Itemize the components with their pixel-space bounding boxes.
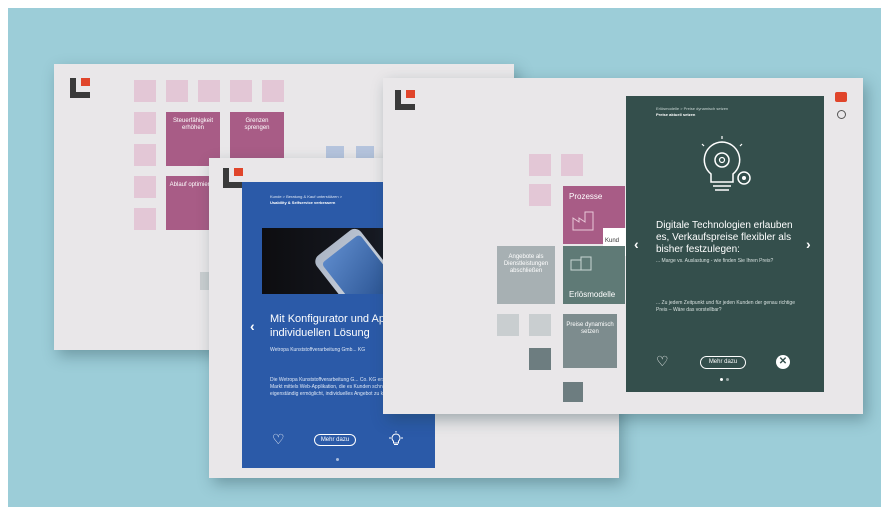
card-text-2: ... Zu jedem Zeitpunkt und für jeden Kun… [656, 300, 795, 313]
factory-icon [572, 211, 594, 231]
tile-label: Kund [605, 238, 620, 244]
lightbulb-gear-icon [701, 136, 751, 191]
tile-angebote[interactable]: Angebote als Dienstleistungen abschließe… [497, 246, 555, 304]
brand-logo [395, 90, 415, 110]
lightbulb-icon [389, 431, 403, 445]
grid-tile[interactable] [134, 80, 156, 102]
tile-label: Erlösmodelle [569, 290, 616, 299]
heart-icon[interactable]: ♡ [272, 432, 285, 446]
breadcrumb-path: Kunde > Beratung & Kauf unterstützen > [270, 194, 343, 199]
breadcrumb: Erlösmodelle > Preise dynamisch setzen P… [656, 106, 816, 118]
tile-label: Preise dynamisch setzen [566, 322, 614, 335]
grid-tile[interactable] [198, 80, 220, 102]
screen-front: Prozesse Kund Erlösmodelle Angebote als … [383, 78, 863, 414]
showcase-background: Steuerfähigkeit erhöhen Grenzen sprengen… [8, 8, 881, 507]
breadcrumb-path: Erlösmodelle > Preise dynamisch setzen [656, 106, 729, 111]
close-icon[interactable]: ✕ [776, 355, 790, 369]
card-text-1: ... Marge vs. Auslastung - wie finden Si… [656, 258, 774, 264]
grid-tile[interactable] [262, 80, 284, 102]
more-button[interactable]: Mehr dazu [314, 434, 356, 446]
grid-tile[interactable] [134, 176, 156, 198]
prev-arrow-icon[interactable]: ‹ [634, 236, 639, 252]
story-card-dark: Erlösmodelle > Preise dynamisch setzen P… [626, 96, 824, 392]
grid-tile[interactable] [529, 184, 551, 206]
next-arrow-icon[interactable]: › [806, 236, 811, 252]
grid-tile[interactable] [230, 80, 252, 102]
power-icon[interactable] [837, 110, 846, 119]
tile-label: Prozesse [569, 192, 603, 201]
heart-icon[interactable]: ♡ [656, 354, 669, 368]
tile-preise[interactable]: Preise dynamisch setzen [563, 314, 617, 368]
pager-dot[interactable] [720, 378, 723, 381]
card-title: Digitale Technologien erlauben es, Verka… [656, 220, 793, 255]
grid-tile[interactable] [497, 314, 519, 336]
tile-label: Grenzen sprengen [244, 118, 270, 131]
grid-tile[interactable] [529, 154, 551, 176]
breadcrumb-current: Preise aktuell setzen [656, 112, 696, 117]
pager-dot[interactable] [336, 458, 339, 461]
brand-logo [223, 168, 243, 188]
grid-tile[interactable] [529, 348, 551, 370]
grid-tile[interactable] [561, 154, 583, 176]
more-button[interactable]: Mehr dazu [700, 356, 746, 369]
tile-label: Angebote als Dienstleistungen abschließe… [503, 254, 549, 274]
grid-tile[interactable] [134, 208, 156, 230]
grid-tile[interactable] [166, 80, 188, 102]
tile-erloesmodelle[interactable]: Erlösmodelle [563, 246, 625, 304]
grid-tile[interactable] [563, 382, 583, 402]
prev-arrow-icon[interactable]: ‹ [250, 318, 255, 334]
brand-logo [70, 78, 90, 98]
tile-label: Steuerfähigkeit erhöhen [172, 118, 214, 131]
pager-dot[interactable] [726, 378, 729, 381]
grid-tile[interactable] [134, 144, 156, 166]
breadcrumb-current: Usability & Selfservice verbessern [270, 200, 336, 205]
grid-tile[interactable] [134, 112, 156, 134]
grid-tile[interactable] [529, 314, 551, 336]
briefcase-icon[interactable] [835, 92, 847, 102]
boxes-icon [570, 256, 592, 271]
